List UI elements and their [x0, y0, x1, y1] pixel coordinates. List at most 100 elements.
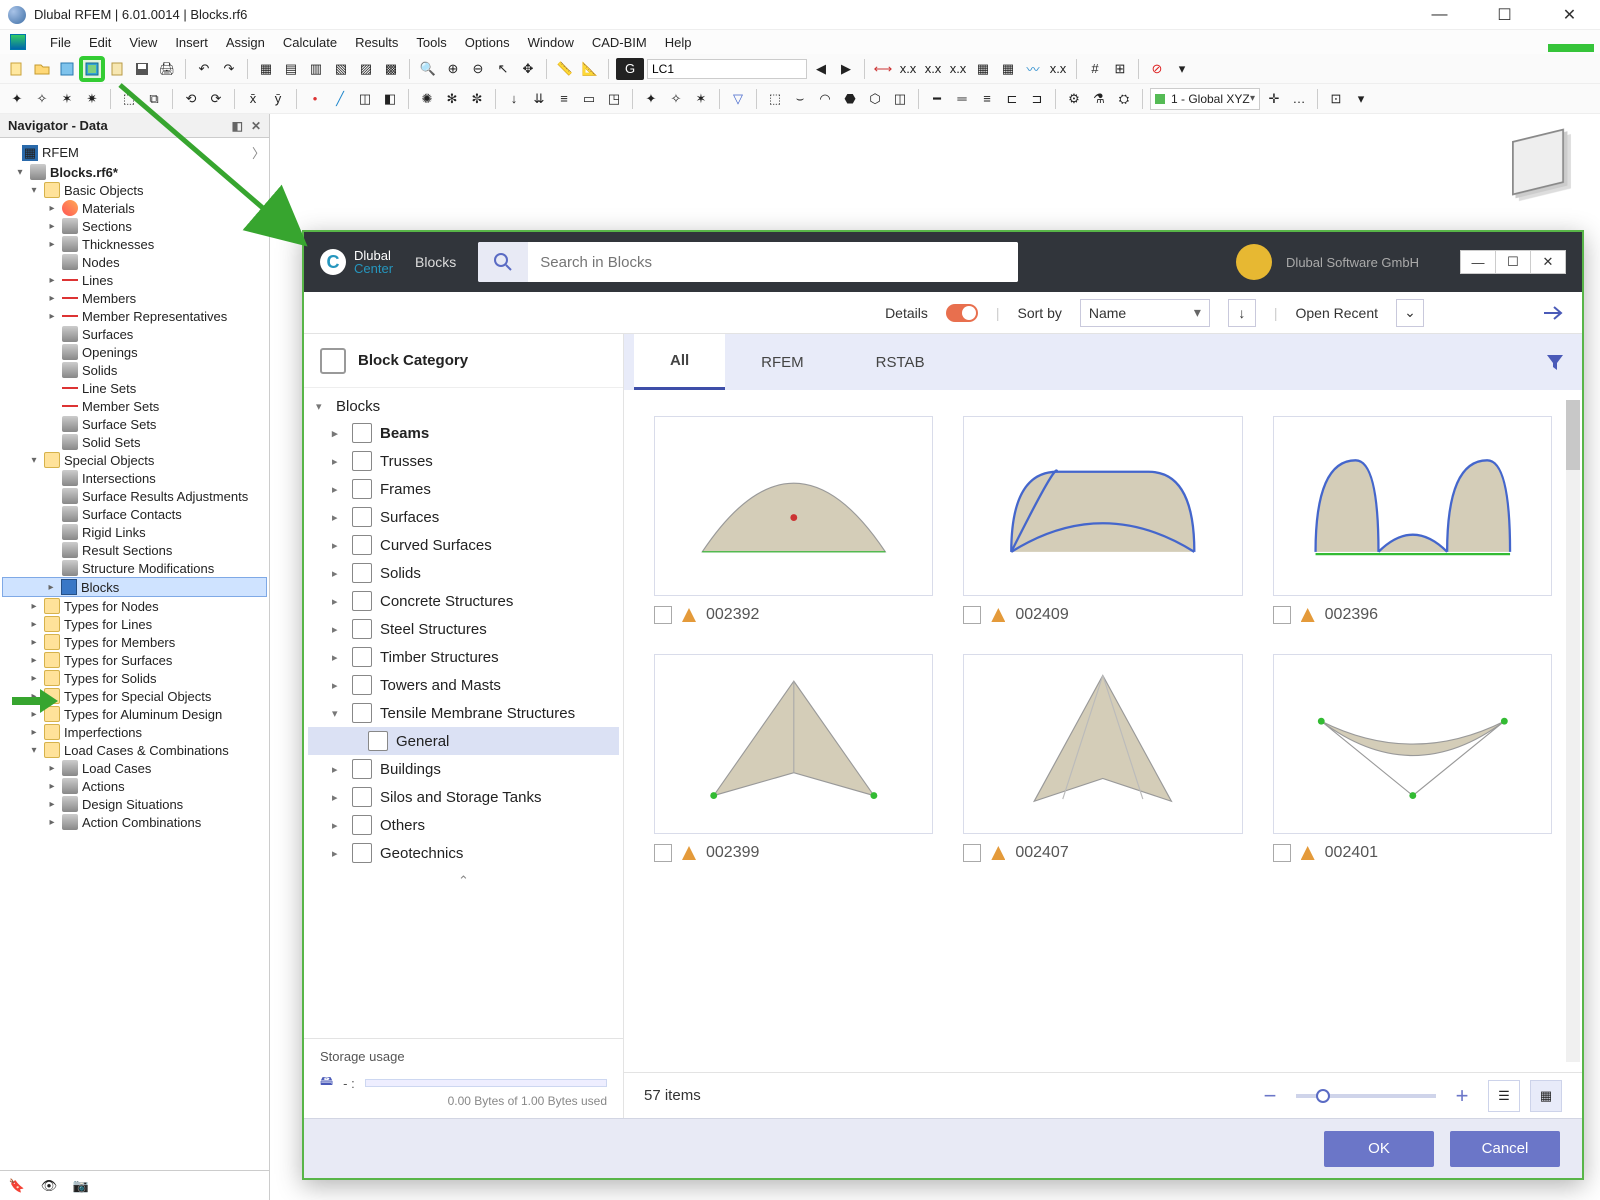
- tree-folder[interactable]: ▸Types for Special Objects: [2, 687, 267, 705]
- tb-measure2-icon[interactable]: 📐: [579, 58, 601, 80]
- tab-rstab[interactable]: RSTAB: [840, 334, 961, 390]
- dialog-close-button[interactable]: ✕: [1530, 250, 1566, 274]
- tb-dim1-icon[interactable]: ⟷: [872, 58, 894, 80]
- tree-item-blocks[interactable]: ▸Blocks: [2, 577, 267, 597]
- tree-item[interactable]: Solids: [2, 361, 267, 379]
- tree-item[interactable]: Intersections: [2, 469, 267, 487]
- tree-item[interactable]: Solid Sets: [2, 433, 267, 451]
- search-input[interactable]: [528, 242, 1018, 282]
- dialog-nav-blocks[interactable]: Blocks: [415, 254, 456, 270]
- t2-n-icon[interactable]: ✻: [441, 88, 463, 110]
- category-item[interactable]: ▸Steel Structures: [308, 615, 619, 643]
- navigator-tree[interactable]: ▦RFEM〉 ▾Blocks.rf6* ▾Basic Objects ▸Mate…: [0, 138, 269, 1170]
- tree-folder[interactable]: ▸Types for Nodes: [2, 597, 267, 615]
- category-item[interactable]: ▾Tensile Membrane Structures: [308, 699, 619, 727]
- menu-edit[interactable]: Edit: [89, 35, 111, 50]
- t2-p-icon[interactable]: ✦: [640, 88, 662, 110]
- nav-btn-camera-icon[interactable]: 📷: [70, 1175, 92, 1197]
- ok-button[interactable]: OK: [1324, 1131, 1434, 1167]
- menu-tools[interactable]: Tools: [416, 35, 446, 50]
- block-card[interactable]: 002407: [963, 654, 1242, 862]
- tree-item[interactable]: ▸Design Situations: [2, 795, 267, 813]
- filter-icon[interactable]: [1538, 345, 1572, 379]
- tree-folder[interactable]: ▸Types for Surfaces: [2, 651, 267, 669]
- tb-find-icon[interactable]: 🔍: [417, 58, 439, 80]
- tree-item[interactable]: Surfaces: [2, 325, 267, 343]
- t2-i-icon[interactable]: x̄: [242, 88, 264, 110]
- tree-item[interactable]: Nodes: [2, 253, 267, 271]
- dialog-maximize-button[interactable]: ☐: [1495, 250, 1531, 274]
- tb-dim6-icon[interactable]: ▦: [997, 58, 1019, 80]
- zoom-out-button[interactable]: −: [1254, 1080, 1286, 1112]
- tb-pan-icon[interactable]: ✥: [517, 58, 539, 80]
- t2-node-icon[interactable]: •: [304, 88, 326, 110]
- cancel-button[interactable]: Cancel: [1450, 1131, 1560, 1167]
- list-view-button[interactable]: ☰: [1488, 1080, 1520, 1112]
- cat-root[interactable]: ▾Blocks: [308, 394, 619, 419]
- tb-next-icon[interactable]: ▶: [835, 58, 857, 80]
- category-item[interactable]: ▸Towers and Masts: [308, 671, 619, 699]
- tree-folder[interactable]: ▸Types for Solids: [2, 669, 267, 687]
- t2-line-icon[interactable]: ╱: [329, 88, 351, 110]
- menu-insert[interactable]: Insert: [175, 35, 208, 50]
- sort-direction-button[interactable]: ↓: [1228, 299, 1256, 327]
- category-item[interactable]: ▸Trusses: [308, 447, 619, 475]
- t2-view4-icon[interactable]: ⬣: [839, 88, 861, 110]
- category-item[interactable]: ▸Geotechnics: [308, 839, 619, 867]
- category-item[interactable]: ▸Concrete Structures: [308, 587, 619, 615]
- t2-m-icon[interactable]: ✺: [416, 88, 438, 110]
- t2-o-icon[interactable]: ✼: [466, 88, 488, 110]
- tree-model[interactable]: ▾Blocks.rf6*: [2, 163, 267, 181]
- coord-system-combo[interactable]: 1 - Global XYZ: [1150, 88, 1260, 110]
- block-thumb[interactable]: [1273, 654, 1552, 834]
- tab-all[interactable]: All: [634, 334, 725, 390]
- t2-g-icon[interactable]: ⟲: [180, 88, 202, 110]
- category-sub[interactable]: General: [308, 727, 619, 755]
- menu-results[interactable]: Results: [355, 35, 398, 50]
- nav-btn-1-icon[interactable]: 🔖: [6, 1175, 28, 1197]
- view-cube[interactable]: [1500, 124, 1580, 204]
- tree-lcc[interactable]: ▾Load Cases & Combinations: [2, 741, 267, 759]
- tree-special-objects[interactable]: ▾Special Objects: [2, 451, 267, 469]
- category-expand-icon[interactable]: ⌃: [308, 867, 619, 895]
- t2-r-icon[interactable]: ✶: [690, 88, 712, 110]
- tree-item[interactable]: Line Sets: [2, 379, 267, 397]
- t2-t2-icon[interactable]: ⚗: [1088, 88, 1110, 110]
- tb-zoom1-icon[interactable]: ⊕: [442, 58, 464, 80]
- tb-grid-a-icon[interactable]: #: [1084, 58, 1106, 80]
- tree-root[interactable]: ▦RFEM〉: [2, 142, 267, 163]
- block-card[interactable]: 002396: [1273, 416, 1552, 624]
- block-thumb[interactable]: [654, 416, 933, 596]
- tree-item[interactable]: Openings: [2, 343, 267, 361]
- tree-item[interactable]: ▸Sections: [2, 217, 267, 235]
- t2-end1-icon[interactable]: ⊡: [1325, 88, 1347, 110]
- tree-folder[interactable]: ▸Imperfections: [2, 723, 267, 741]
- category-item[interactable]: ▸Timber Structures: [308, 643, 619, 671]
- tb-grid5-icon[interactable]: ▨: [355, 58, 377, 80]
- t2-view3-icon[interactable]: ◠: [814, 88, 836, 110]
- t2-t1-icon[interactable]: ⚙: [1063, 88, 1085, 110]
- t2-load4-icon[interactable]: ▭: [578, 88, 600, 110]
- tree-item[interactable]: ▸Load Cases: [2, 759, 267, 777]
- tb-dim3-icon[interactable]: x.x: [922, 58, 944, 80]
- open-recent-dropdown[interactable]: ⌄: [1396, 299, 1424, 327]
- tb-new-icon[interactable]: [6, 58, 28, 80]
- tb-redo-icon[interactable]: ↷: [218, 58, 240, 80]
- loadcase-field[interactable]: [647, 59, 807, 79]
- tree-folder[interactable]: ▸Types for Lines: [2, 615, 267, 633]
- category-item[interactable]: ▸Others: [308, 811, 619, 839]
- tab-rfem[interactable]: RFEM: [725, 334, 840, 390]
- tb-more-icon[interactable]: ▾: [1171, 58, 1193, 80]
- category-item[interactable]: ▸Surfaces: [308, 503, 619, 531]
- t2-s3-icon[interactable]: ≡: [976, 88, 998, 110]
- tb-print-icon[interactable]: 🖨: [156, 58, 178, 80]
- tb-blocks-button[interactable]: [81, 58, 103, 80]
- t2-s5-icon[interactable]: ⊐: [1026, 88, 1048, 110]
- tb-clipboard-icon[interactable]: [106, 58, 128, 80]
- category-tree[interactable]: ▾Blocks ▸Beams▸Trusses▸Frames▸Surfaces▸C…: [304, 388, 623, 1038]
- tb-other-icon[interactable]: [56, 58, 78, 80]
- block-thumb[interactable]: [1273, 416, 1552, 596]
- t2-b-icon[interactable]: ✧: [31, 88, 53, 110]
- block-thumb[interactable]: [963, 654, 1242, 834]
- block-gallery[interactable]: 002392002409002396002399002407002401: [624, 390, 1582, 1072]
